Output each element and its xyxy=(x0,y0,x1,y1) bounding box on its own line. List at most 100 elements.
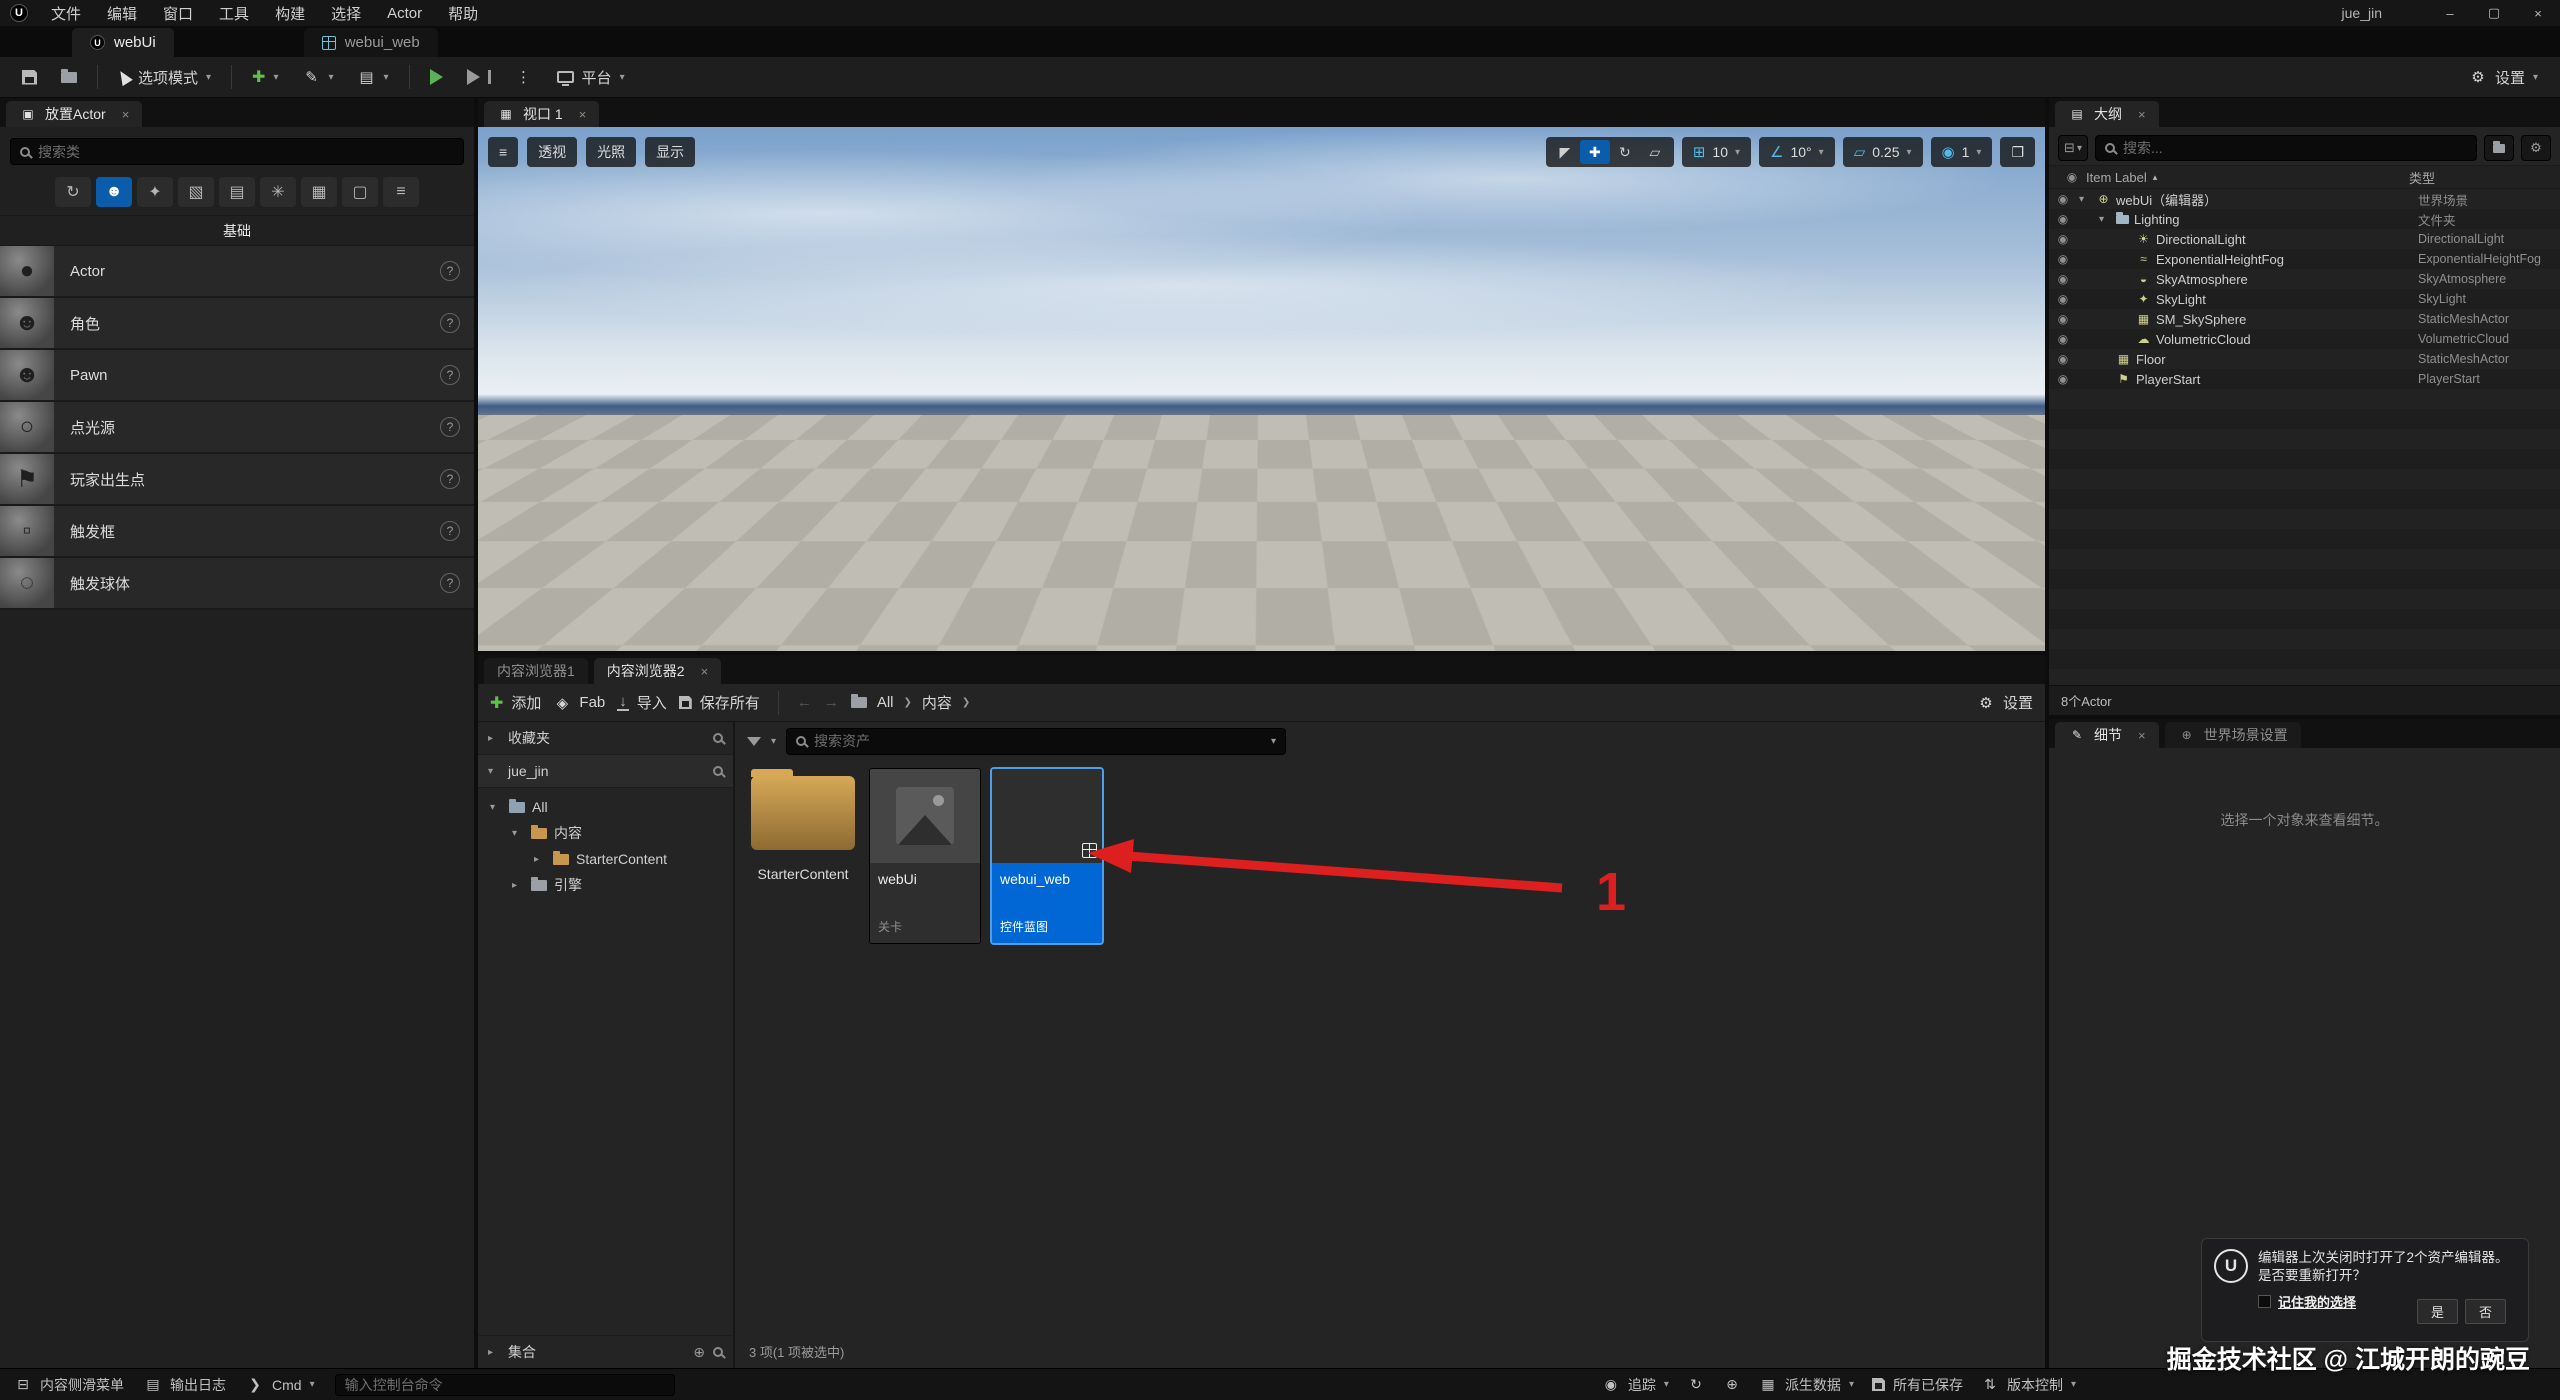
outliner-row[interactable]: ◉ ▦ Floor StaticMeshActor xyxy=(2049,349,2560,369)
revision-control-dropdown[interactable]: ⇅版本控制▾ xyxy=(1981,1375,2076,1395)
close-icon[interactable]: × xyxy=(122,107,130,122)
expander-arrow-icon[interactable]: ▾ xyxy=(488,766,500,777)
help-question-icon[interactable]: ? xyxy=(440,417,460,437)
help-question-icon[interactable]: ? xyxy=(440,261,460,281)
new-folder-button[interactable] xyxy=(2484,135,2514,161)
shapes-icon[interactable]: ▧ xyxy=(178,177,214,207)
grid-snap-control[interactable]: ⊞ 10 ▾ xyxy=(1682,137,1751,167)
outliner-row[interactable]: ◉ ▾ ⊕ webUi（编辑器） 世界场景 xyxy=(2049,189,2560,209)
all-saved-button[interactable]: 所有已保存 xyxy=(1872,1375,1963,1395)
editor-settings-dropdown[interactable]: ⚙ 设置 ▾ xyxy=(2459,62,2548,92)
nav-forward-button[interactable]: → xyxy=(824,694,839,711)
cinematics-dropdown[interactable]: ▤▾ xyxy=(348,62,399,92)
close-icon[interactable]: × xyxy=(701,664,709,679)
place-actors-search[interactable] xyxy=(10,138,464,165)
close-icon[interactable]: × xyxy=(2138,107,2146,122)
folder-tree-row[interactable]: ▸ StarterContent xyxy=(478,846,733,872)
search-icon[interactable] xyxy=(713,766,723,776)
cinematics-icon[interactable]: ▤ xyxy=(219,177,255,207)
viewport-options-button[interactable]: ≡ xyxy=(488,137,518,167)
asset-search[interactable]: ▾ xyxy=(786,728,1286,755)
chevron-down-icon[interactable]: ▾ xyxy=(771,736,776,747)
help-question-icon[interactable]: ? xyxy=(440,521,460,541)
place-actor-item[interactable]: ⚑ 玩家出生点 ? xyxy=(0,454,474,506)
menu-item[interactable]: Actor xyxy=(374,0,435,26)
cmd-dropdown[interactable]: ❯Cmd▾ xyxy=(246,1376,315,1393)
nav-back-button[interactable]: ← xyxy=(797,694,812,711)
expander-arrow-icon[interactable]: ▾ xyxy=(2099,214,2111,225)
search-icon[interactable] xyxy=(713,733,723,743)
place-actor-item[interactable]: ◌ 触发球体 ? xyxy=(0,558,474,610)
select-tool-button[interactable]: ◤ xyxy=(1550,140,1580,164)
content-browser-settings-dropdown[interactable]: ⚙ 设置 xyxy=(1977,692,2033,713)
derived-data-dropdown[interactable]: ▦派生数据▾ xyxy=(1759,1375,1854,1395)
play-options-kebab[interactable]: ⋮ xyxy=(505,62,543,92)
menu-item[interactable]: 构建 xyxy=(262,0,318,26)
folder-tree-row[interactable]: ▾ All xyxy=(478,794,733,820)
network-status-button[interactable]: ⊕ xyxy=(1723,1376,1741,1393)
selection-mode-dropdown[interactable]: 选项模式 ▾ xyxy=(108,62,221,92)
close-icon[interactable]: × xyxy=(579,107,587,122)
visibility-eye-icon[interactable]: ◉ xyxy=(2049,312,2077,326)
tab-viewport-1[interactable]: ▦ 视口 1 × xyxy=(484,101,599,127)
expander-arrow-icon[interactable]: ▸ xyxy=(534,854,546,865)
console-command-field[interactable] xyxy=(335,1374,675,1396)
trace-dropdown[interactable]: ◉追踪▾ xyxy=(1602,1375,1669,1395)
asset-tile-webui-web-selected[interactable]: webui_web 控件蓝图 xyxy=(991,768,1103,944)
scale-snap-control[interactable]: ▱ 0.25 ▾ xyxy=(1843,137,1923,167)
filter-funnel-icon[interactable] xyxy=(747,737,761,746)
output-log-button[interactable]: ▤输出日志 xyxy=(144,1375,226,1395)
place-actor-item[interactable]: ☻ Pawn ? xyxy=(0,350,474,402)
asset-tile-webui-level[interactable]: webUi 关卡 xyxy=(869,768,981,944)
menu-item[interactable]: 窗口 xyxy=(150,0,206,26)
unreal-logo-icon[interactable]: U xyxy=(0,4,38,22)
yes-button[interactable]: 是 xyxy=(2417,1299,2458,1324)
place-actor-item[interactable]: ▫ 触发框 ? xyxy=(0,506,474,558)
outliner-filter-button[interactable]: ⊟▾ xyxy=(2058,135,2088,161)
play-button[interactable] xyxy=(420,62,453,92)
tab-content-browser-2[interactable]: 内容浏览器2 × xyxy=(594,658,721,684)
close-icon[interactable]: × xyxy=(2138,728,2146,743)
visibility-eye-icon[interactable]: ◉ xyxy=(2049,352,2077,366)
visibility-eye-icon[interactable]: ◉ xyxy=(2049,192,2077,206)
menu-item[interactable]: 编辑 xyxy=(94,0,150,26)
lights-icon[interactable]: ✦ xyxy=(137,177,173,207)
rotation-snap-control[interactable]: ∠ 10° ▾ xyxy=(1759,137,1835,167)
place-actors-search-input[interactable] xyxy=(38,144,454,160)
asset-tile-startercontent[interactable]: StarterContent xyxy=(747,768,859,882)
tab-world-settings[interactable]: ⊕ 世界场景设置 xyxy=(2165,722,2301,748)
refresh-button[interactable]: ↻ xyxy=(1687,1376,1705,1393)
basic-icon[interactable]: ☻ xyxy=(96,177,132,207)
favorites-row[interactable]: ▸ 收藏夹 xyxy=(478,722,733,755)
expander-arrow-icon[interactable]: ▾ xyxy=(2079,194,2091,205)
expander-arrow-icon[interactable]: ▾ xyxy=(490,802,502,813)
scale-tool-button[interactable]: ▱ xyxy=(1640,140,1670,164)
visibility-eye-icon[interactable]: ◉ xyxy=(2049,332,2077,346)
outliner-search-input[interactable] xyxy=(2123,140,2467,156)
content-drawer-button[interactable]: ⊟内容侧滑菜单 xyxy=(14,1375,124,1395)
recent-icon[interactable]: ↻ xyxy=(55,177,91,207)
maximize-button[interactable]: ▢ xyxy=(2472,0,2516,26)
tab-details[interactable]: ✎ 细节 × xyxy=(2055,722,2159,748)
chevron-down-icon[interactable]: ▾ xyxy=(1271,736,1276,747)
tab-level-webui[interactable]: U webUi xyxy=(72,28,174,57)
help-question-icon[interactable]: ? xyxy=(440,313,460,333)
folder-tree-row[interactable]: ▸ 引擎 xyxy=(478,872,733,898)
camera-speed-control[interactable]: ◉ 1 ▾ xyxy=(1931,137,1993,167)
platforms-dropdown[interactable]: 平台 ▾ xyxy=(547,62,635,92)
effects-icon[interactable]: ✳ xyxy=(260,177,296,207)
tab-widget-webui-web[interactable]: webui_web xyxy=(304,28,438,57)
outliner-row[interactable]: ◉ ▾ Lighting 文件夹 xyxy=(2049,209,2560,229)
outliner-search[interactable] xyxy=(2095,135,2477,161)
tab-outliner[interactable]: ▤ 大纲 × xyxy=(2055,101,2159,127)
place-actor-item[interactable]: ● Actor ? xyxy=(0,246,474,298)
remember-checkbox[interactable] xyxy=(2258,1295,2271,1308)
show-flags-dropdown[interactable]: 显示 xyxy=(645,137,695,167)
breadcrumb-current[interactable]: 内容 xyxy=(922,692,952,713)
outliner-row[interactable]: ◉ ☀ DirectionalLight DirectionalLight xyxy=(2049,229,2560,249)
project-root-row[interactable]: ▾ jue_jin xyxy=(478,755,733,788)
view-mode-dropdown[interactable]: 光照 xyxy=(586,137,636,167)
perspective-dropdown[interactable]: 透视 xyxy=(527,137,577,167)
outliner-row[interactable]: ◉ ✦ SkyLight SkyLight xyxy=(2049,289,2560,309)
minimize-button[interactable]: – xyxy=(2428,0,2472,26)
